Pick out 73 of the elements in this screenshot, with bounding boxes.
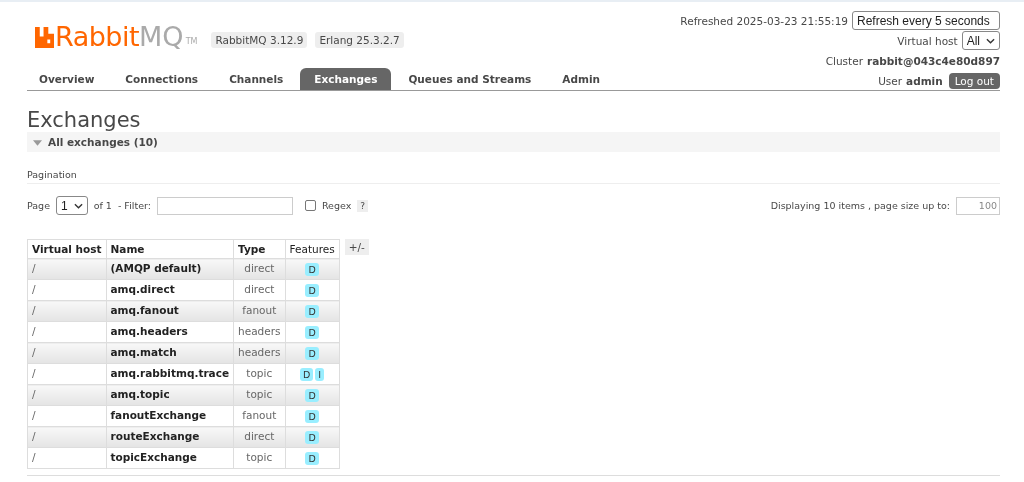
feature-badge: D [305,452,319,465]
regex-checkbox[interactable] [304,200,316,211]
feature-badge: D [305,263,319,276]
table-cell: / [27,363,106,385]
table-cell: topic [233,447,285,469]
page-select[interactable]: 1 [56,196,88,215]
vhost-label: Virtual host [897,34,958,47]
table-cell: headers [233,342,285,364]
filter-field[interactable] [156,196,293,215]
cluster-label: Cluster [825,54,863,67]
exchange-link[interactable]: amq.rabbitmq.trace [106,363,234,385]
section-header[interactable]: All exchanges (10) [27,132,1000,152]
refreshed-text: Refreshed 2025-03-23 21:55:19 [680,14,848,27]
table-cell: / [27,384,106,406]
feature-badge: D [305,389,319,402]
table-cell: / [27,258,106,280]
page-count: of 1 [93,200,112,211]
regex-label: Regex [321,200,352,211]
nav-tab[interactable]: Exchanges [300,68,392,90]
table-cell: / [27,321,106,343]
exchange-link[interactable]: fanoutExchange [106,405,234,427]
table-cell: / [27,279,106,301]
feature-badge: D [305,305,319,318]
table-cell: direct [233,258,285,280]
table-cell: / [27,342,106,364]
table-cell: fanout [233,405,285,427]
table-cell: / [27,426,106,448]
table-cell: / [27,405,106,427]
feature-badge: I [315,368,325,381]
exchange-link[interactable]: amq.topic [106,384,234,406]
column-toggle-button[interactable]: +/- [344,239,369,255]
exchange-link[interactable]: amq.headers [106,321,234,343]
nav-tab[interactable]: Queues and Streams [394,68,546,90]
nav-tab[interactable]: Admin [548,68,614,90]
cluster-name: rabbit@043c4e80d897 [866,54,1000,67]
feature-badge: D [300,368,314,381]
table-cell: headers [233,321,285,343]
help-button[interactable]: ? [357,199,369,212]
user-name: admin [906,74,943,87]
feature-badge: D [305,410,319,423]
vhost-select[interactable]: All [961,31,1000,50]
logout-button[interactable]: Log out [948,72,1000,89]
table-cell: / [27,447,106,469]
table-cell: fanout [233,300,285,322]
nav-tab[interactable]: Connections [111,68,213,90]
version-badge: RabbitMQ 3.12.9 [211,32,308,48]
table-cell: direct [233,279,285,301]
refresh-select[interactable]: Refresh every 5 seconds [852,11,1000,30]
displaying-text: Displaying 10 items , page size up to: [770,200,950,211]
table-cell: topic [233,384,285,406]
logo: RabbitMQ TM [35,22,204,52]
exchange-link[interactable]: (AMQP default) [106,258,234,280]
feature-badge: D [305,326,319,339]
version-badge: Erlang 25.3.2.7 [315,32,404,48]
nav-tab[interactable]: Overview [27,68,109,90]
table-cell: direct [233,426,285,448]
page-label: Page [27,200,50,211]
user-label: User [878,74,903,87]
feature-badge: D [305,284,319,297]
exchange-link[interactable]: amq.match [106,342,234,364]
exchange-link[interactable]: topicExchange [106,447,234,469]
table-cell: topic [233,363,285,385]
exchange-link[interactable]: amq.direct [106,279,234,301]
page-title: Exchanges [27,108,142,132]
pagination-heading: Pagination [27,166,1000,184]
feature-badge: D [305,431,319,444]
page-size-field[interactable]: 100 [956,196,1000,215]
filter-label: - Filter: [117,200,151,211]
nav-tab[interactable]: Channels [215,68,298,90]
exchange-link[interactable]: amq.fanout [106,300,234,322]
feature-badge: D [305,347,319,360]
exchange-link[interactable]: routeExchange [106,426,234,448]
table-cell: / [27,300,106,322]
